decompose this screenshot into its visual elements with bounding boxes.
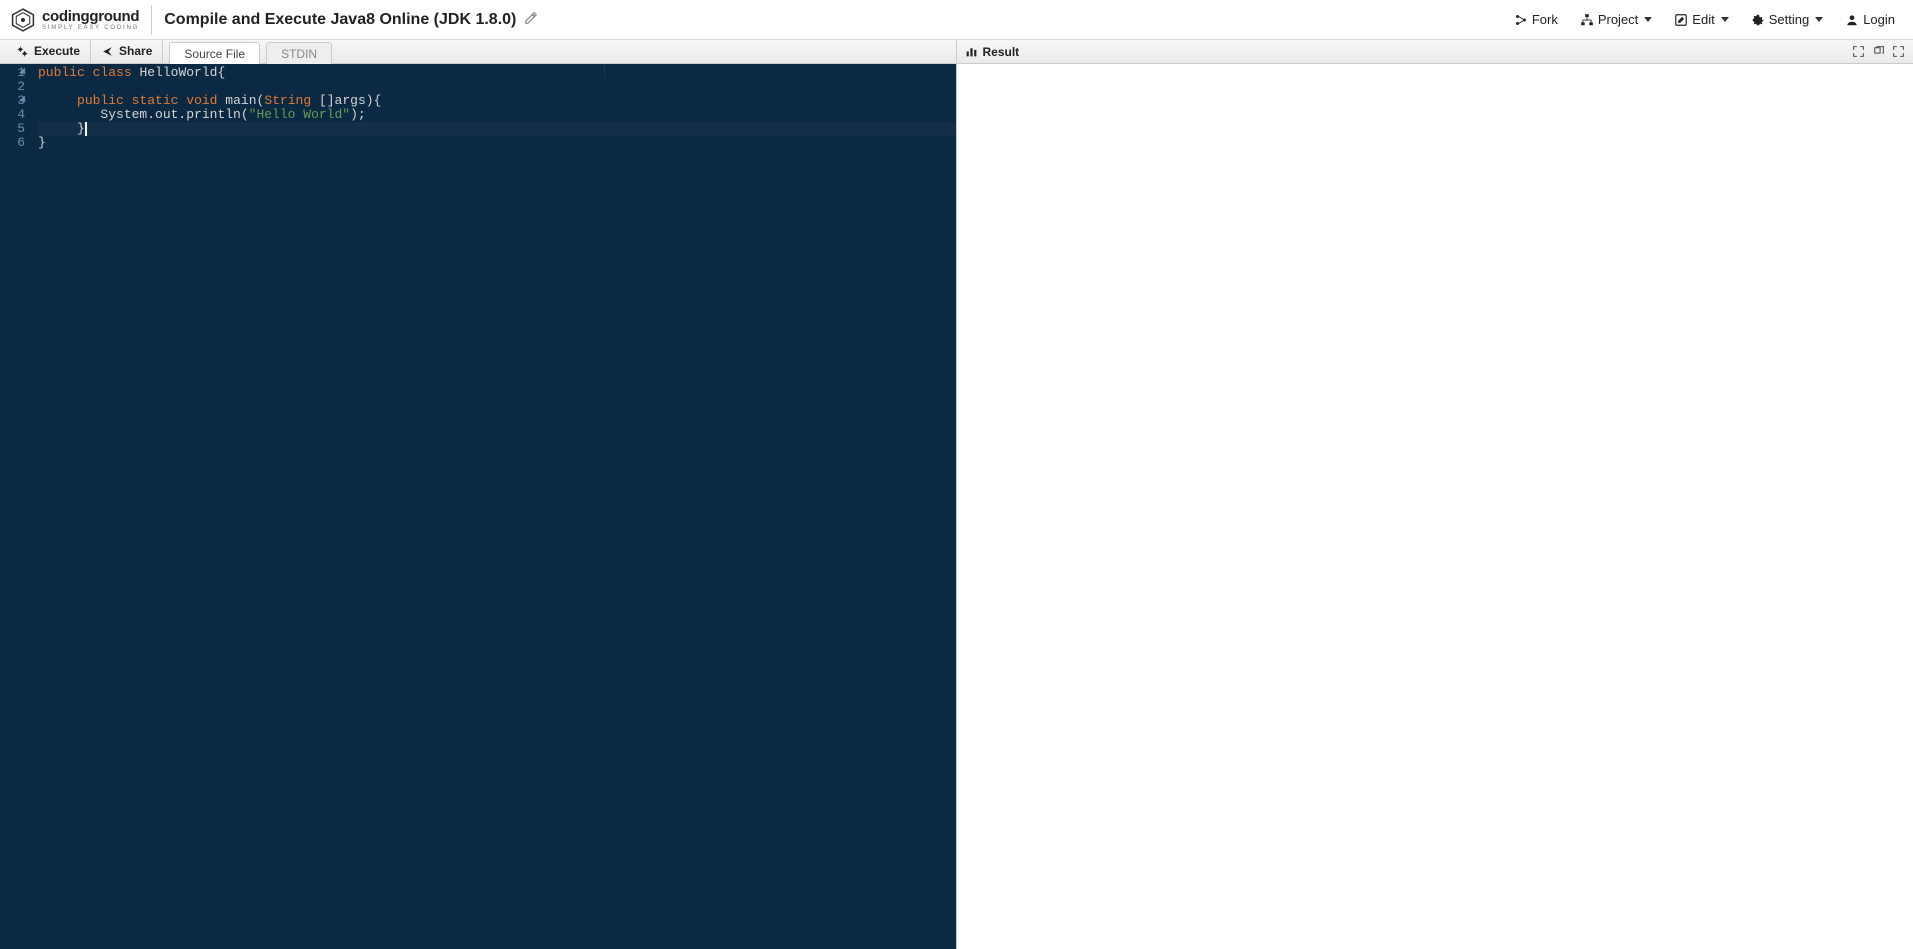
gutter: 1 2 3 4 5 6 — [0, 64, 34, 949]
result-label: Result — [983, 45, 1020, 59]
gear-icon — [1751, 13, 1765, 27]
tab-source-file[interactable]: Source File — [169, 42, 260, 64]
chevron-down-icon — [1815, 17, 1823, 22]
print-margin — [604, 64, 605, 78]
workspace: Execute Share Source File STDIN 1 2 3 4 … — [0, 40, 1913, 949]
sitemap-icon — [1580, 13, 1594, 27]
cogs-icon — [16, 45, 29, 58]
setting-button[interactable]: Setting — [1743, 8, 1831, 31]
code-content[interactable]: public class HelloWorld{ public static v… — [34, 64, 956, 949]
logo-icon — [10, 7, 36, 33]
right-pane: Result — [957, 40, 1913, 949]
edit-title-icon[interactable] — [524, 11, 538, 28]
chevron-down-icon — [1644, 17, 1652, 22]
share-icon — [101, 45, 114, 58]
user-icon — [1845, 13, 1859, 27]
result-toolbar: Result — [957, 40, 1913, 64]
fullscreen-icon[interactable] — [1891, 45, 1905, 59]
fork-button[interactable]: Fork — [1506, 8, 1566, 31]
share-button[interactable]: Share — [91, 40, 163, 63]
chevron-down-icon — [1721, 17, 1729, 22]
text-cursor — [85, 122, 87, 136]
pencil-square-icon — [1674, 13, 1688, 27]
header: codingground SIMPLY EASY CODING Compile … — [0, 0, 1913, 40]
tab-stdin[interactable]: STDIN — [266, 42, 332, 64]
edit-button[interactable]: Edit — [1666, 8, 1736, 31]
execute-button[interactable]: Execute — [6, 40, 91, 63]
code-editor[interactable]: 1 2 3 4 5 6 public class HelloWorld{ pub… — [0, 64, 956, 949]
fork-icon — [1514, 13, 1528, 27]
left-pane: Execute Share Source File STDIN 1 2 3 4 … — [0, 40, 957, 949]
logo[interactable]: codingground SIMPLY EASY CODING — [10, 5, 152, 35]
project-button[interactable]: Project — [1572, 8, 1660, 31]
page-title: Compile and Execute Java8 Online (JDK 1.… — [164, 11, 538, 29]
collapse-icon[interactable] — [1851, 45, 1865, 59]
restore-icon[interactable] — [1871, 45, 1885, 59]
header-right: Fork Project Edit Setting — [1506, 8, 1903, 31]
bar-chart-icon — [965, 45, 978, 58]
result-output[interactable] — [957, 64, 1913, 949]
logo-text: codingground SIMPLY EASY CODING — [42, 9, 139, 31]
login-button[interactable]: Login — [1837, 8, 1903, 31]
editor-toolbar: Execute Share Source File STDIN — [0, 40, 956, 64]
